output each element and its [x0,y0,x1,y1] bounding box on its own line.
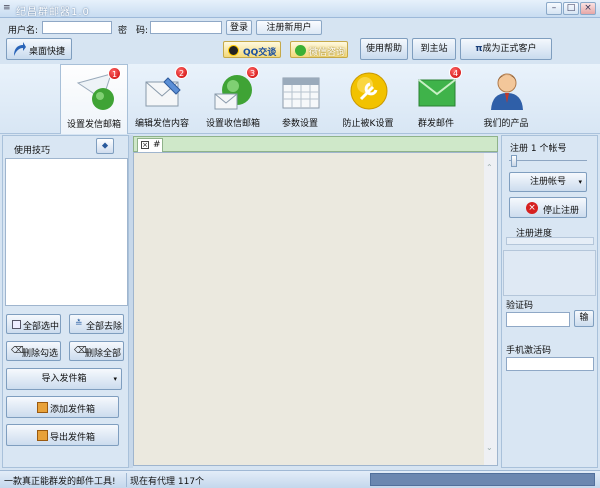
status-progress [370,473,595,486]
wechat-consult-button[interactable]: 微信咨询 [290,41,348,58]
minimize-button[interactable]: – [546,2,562,15]
tab-hash[interactable]: × # [137,138,163,152]
captcha-label: 验证码 [506,301,534,311]
select-all-button[interactable]: 全部选中 [6,314,61,334]
vertical-scrollbar[interactable]: ⌃ ⌄ [484,153,497,465]
nav-label: 群发邮件 [417,119,454,129]
nav-label: 设置收信邮箱 [205,119,260,129]
tips-list[interactable] [5,158,128,306]
collapse-icon[interactable]: ⬥ [96,138,114,154]
add-sender-label: 添加发件箱 [50,405,96,415]
pi-icon: π [475,44,483,54]
nav-label: 我们的产品 [483,119,529,129]
tab-close-icon[interactable]: × [141,141,149,149]
export-sender-icon [37,430,48,441]
register-progress-bar [506,237,594,245]
export-senders-label: 导出发件箱 [50,433,96,443]
stop-register-button[interactable]: × 停止注册 [509,197,587,218]
phone-code-label: 手机激活码 [506,346,552,356]
log-area[interactable] [133,152,498,466]
tab-strip [133,136,498,152]
wrench-icon [350,72,388,110]
badge-2: 2 [175,66,188,79]
nav-our-products[interactable]: 我们的产品 [472,64,540,134]
add-sender-icon [37,402,48,413]
window-title: 纪昌群邮器1.0 [16,7,90,18]
home-site-button[interactable]: 到主站 [412,38,456,60]
captcha-input[interactable] [506,312,570,327]
captcha-submit-button[interactable]: 输 [574,310,594,327]
tips-label: 使用技巧 [14,146,51,156]
slider-thumb[interactable] [511,155,517,167]
login-button[interactable]: 登录 [226,20,252,35]
delete-all-label: 删除全部 [85,349,122,359]
delete-checked-label: 删除勾选 [22,349,59,359]
export-senders-button[interactable]: 导出发件箱 [6,424,119,446]
register-account-label: 注册帐号 [529,177,566,187]
help-button[interactable]: 使用帮助 [360,38,408,60]
register-user-button[interactable]: 注册新用户 [256,20,322,35]
badge-1: 1 [108,67,121,80]
nav-edit-content[interactable]: 2 编辑发信内容 [128,64,196,134]
scroll-up-icon[interactable]: ⌃ [486,163,493,172]
remove-all-button[interactable]: ≛ 全部去除 [69,314,124,334]
chevron-down-icon: ▾ [578,178,582,186]
username-input[interactable] [42,21,112,34]
stop-register-label: 停止注册 [543,206,580,216]
system-menu-icon[interactable]: ≡ [3,3,13,13]
nav-bulk-send[interactable]: 4 群发邮件 [402,64,470,134]
stop-icon: × [526,202,538,214]
password-input[interactable] [150,21,222,34]
tab-label: # [153,140,161,150]
nav-send-mailbox[interactable]: 1 设置发信邮箱 [60,64,128,134]
badge-4: 4 [449,66,462,79]
badge-3: 3 [246,66,259,79]
calendar-settings-icon [282,77,320,109]
status-slogan: 一款真正能群发的邮件工具! [4,477,116,487]
become-customer-label: 成为正式客户 [482,44,537,54]
status-divider [126,473,127,487]
status-proxy: 现在有代理 117个 [130,477,205,487]
register-account-dropdown[interactable]: 注册帐号 ▾ [509,172,587,192]
nav-label: 编辑发信内容 [134,119,189,129]
register-count-label: 注册 1 个帐号 [510,144,567,154]
user-product-icon [491,73,523,110]
nav-parameters[interactable]: 参数设置 [266,64,334,134]
captcha-image [503,250,596,296]
wechat-icon [295,45,306,56]
chevron-down-icon: ▾ [113,375,117,383]
qq-penguin-icon [228,45,239,56]
qq-chat-label: QQ交谈 [243,48,277,58]
nav-label: 参数设置 [281,119,318,129]
phone-code-input[interactable] [506,357,594,371]
nav-receive-mailbox[interactable]: 3 设置收信邮箱 [199,64,267,134]
scroll-down-icon[interactable]: ⌄ [486,443,493,452]
arrow-shortcut-icon [14,42,26,56]
status-bar: 一款真正能群发的邮件工具! 现在有代理 117个 [0,470,600,488]
close-button[interactable]: × [580,2,596,15]
nav-label: 防止被K设置 [342,119,394,129]
nav-anti-ban[interactable]: 防止被K设置 [334,64,402,134]
title-bar: ≡ 纪昌群邮器1.0 – □ × [0,0,600,18]
register-count-slider[interactable] [509,155,587,170]
select-all-icon [12,320,21,329]
qq-chat-button[interactable]: QQ交谈 [223,41,281,58]
nav-label: 设置发信邮箱 [66,120,121,130]
delete-all-button[interactable]: ⌫ 删除全部 [69,341,124,361]
become-customer-button[interactable]: π成为正式客户 [460,38,552,60]
import-senders-label: 导入发件箱 [41,374,87,384]
wechat-consult-label: 微信咨询 [309,48,346,58]
select-all-label: 全部选中 [23,322,60,332]
delete-checked-button[interactable]: ⌫ 删除勾选 [6,341,61,361]
desktop-shortcut-button[interactable]: 桌面快捷 [6,38,72,60]
remove-all-label: 全部去除 [86,322,123,332]
add-sender-button[interactable]: 添加发件箱 [6,396,119,418]
maximize-button[interactable]: □ [563,2,579,15]
username-label: 用户名: [8,26,39,36]
remove-all-icon: ≛ [75,319,83,329]
desktop-shortcut-label: 桌面快捷 [29,47,66,57]
password-label: 密 码: [118,26,149,36]
import-senders-dropdown[interactable]: 导入发件箱 ▾ [6,368,122,390]
